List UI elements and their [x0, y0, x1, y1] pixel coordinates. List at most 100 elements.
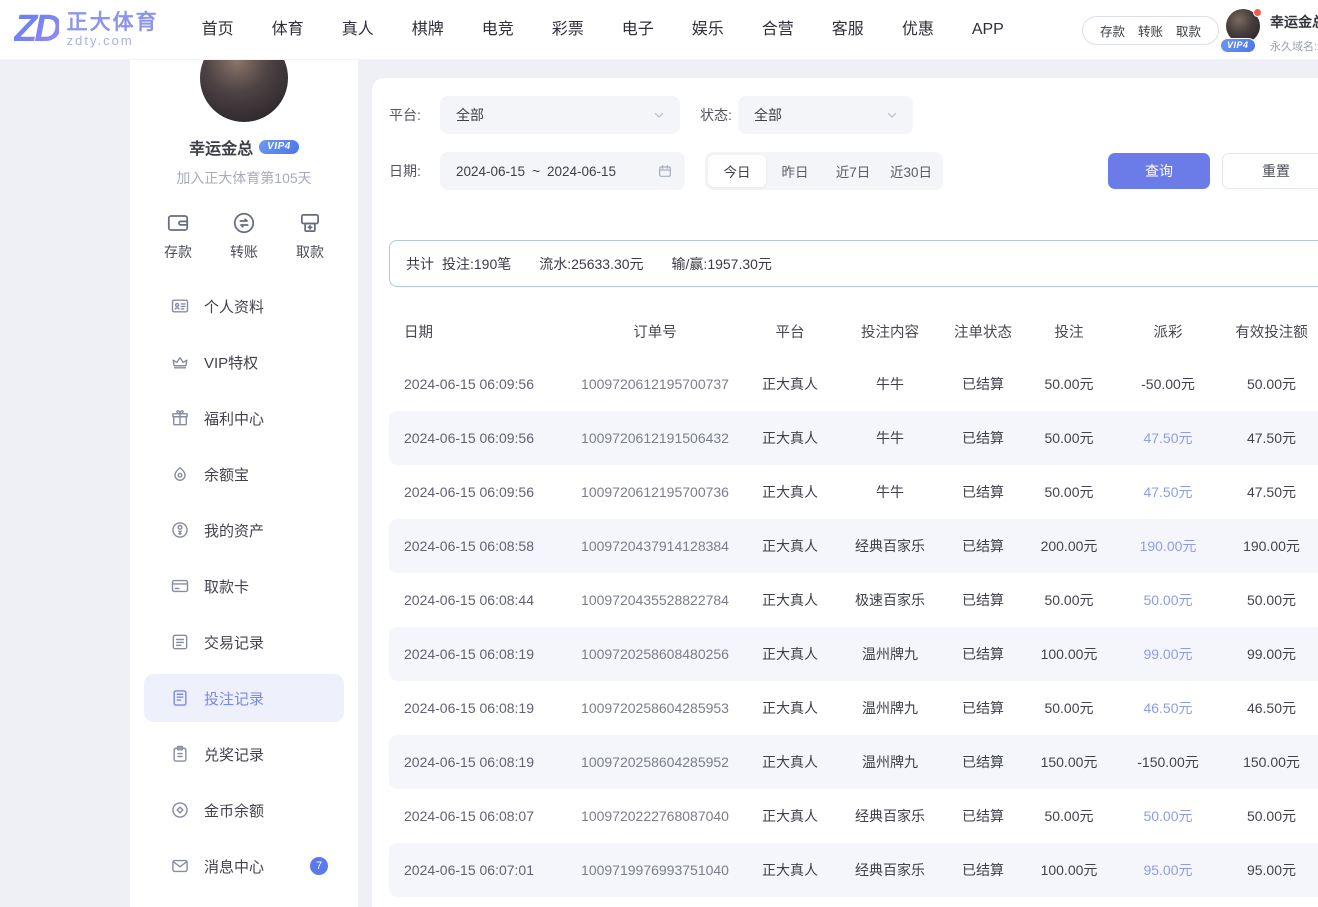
cell-valid: 95.00元 — [1214, 860, 1318, 880]
cell-payout: -50.00元 — [1122, 374, 1214, 394]
nav-item-slots[interactable]: 电子 — [603, 0, 673, 60]
user-chip[interactable]: VIP4 幸运金总 永久域名: — [1226, 9, 1318, 54]
id-card-icon — [170, 296, 190, 316]
profile-sidebar: 幸运金总 VIP4 加入正大体育第105天 存款 转账 取款 — [130, 60, 358, 907]
sidebar-item-assets[interactable]: 我的资产 — [130, 502, 358, 558]
notification-dot — [1253, 8, 1262, 17]
nav-item-affiliate[interactable]: 合营 — [743, 0, 813, 60]
cell-bet: 50.00元 — [1016, 374, 1122, 394]
username: 幸运金总 — [1270, 12, 1318, 32]
col-payout: 派彩 — [1122, 321, 1214, 342]
cell-order: 1009720437914128384 — [560, 538, 750, 554]
transfer-button[interactable]: 转账 — [230, 210, 258, 262]
nav-item-sports[interactable]: 体育 — [253, 0, 323, 60]
sidebar-item-welfare[interactable]: 福利中心 — [130, 390, 358, 446]
transfer-link[interactable]: 转账 — [1138, 21, 1163, 40]
cell-payout: 47.50元 — [1122, 428, 1214, 448]
envelope-icon — [170, 856, 190, 876]
summary-bar: 共计 投注:190笔 流水:25633.30元 输/赢:1957.30元 — [389, 240, 1318, 287]
sidebar-item-redeem-records[interactable]: 兑奖记录 — [130, 726, 358, 782]
cell-date: 2024-06-15 06:08:58 — [389, 538, 560, 554]
withdraw-link[interactable]: 取款 — [1176, 21, 1201, 40]
nav-item-home[interactable]: 首页 — [183, 0, 253, 60]
sidebar-item-transactions[interactable]: 交易记录 — [130, 614, 358, 670]
cell-status: 已结算 — [950, 644, 1016, 664]
search-button[interactable]: 查询 — [1108, 153, 1210, 189]
transfer-label: 转账 — [230, 242, 258, 262]
assets-icon — [170, 520, 190, 540]
status-select[interactable]: 全部 — [738, 96, 913, 134]
summary-win-loss: 输/赢:1957.30元 — [672, 254, 772, 274]
sidebar-item-label: 福利中心 — [204, 408, 264, 429]
range-today-chip[interactable]: 今日 — [708, 155, 766, 187]
deposit-button[interactable]: 存款 — [164, 210, 192, 262]
bet-records-table: 日期 订单号 平台 投注内容 注单状态 投注 派彩 有效投注额 2024-06-… — [389, 305, 1318, 897]
platform-select[interactable]: 全部 — [440, 96, 680, 134]
cell-content: 经典百家乐 — [830, 806, 950, 826]
cell-payout: 99.00元 — [1122, 644, 1214, 664]
quick-range-group: 今日 昨日 近7日 近30日 — [705, 152, 943, 190]
platform-select-value: 全部 — [456, 105, 652, 125]
wallet-actions-pill: 存款 转账 取款 — [1082, 16, 1219, 45]
col-content: 投注内容 — [830, 321, 950, 342]
cell-status: 已结算 — [950, 590, 1016, 610]
cell-payout: 95.00元 — [1122, 860, 1214, 880]
sidebar-item-withdraw-card[interactable]: 取款卡 — [130, 558, 358, 614]
sidebar-item-label: 取款卡 — [204, 576, 249, 597]
table-row: 2024-06-15 06:08:19 1009720258608480256 … — [389, 627, 1318, 681]
cell-bet: 100.00元 — [1016, 644, 1122, 664]
cell-order: 1009720612195700737 — [560, 376, 750, 392]
cell-bet: 200.00元 — [1016, 536, 1122, 556]
nav-item-app[interactable]: APP — [953, 0, 1023, 60]
sidebar-item-coin-balance[interactable]: 金币余额 — [130, 782, 358, 838]
sidebar-item-feedback[interactable]: 意见反馈 — [130, 894, 358, 907]
cell-valid: 50.00元 — [1214, 806, 1318, 826]
range-30days-chip[interactable]: 近30日 — [882, 155, 940, 187]
sidebar-item-yuebao[interactable]: 余额宝 — [130, 446, 358, 502]
sidebar-item-profile[interactable]: 个人资料 — [130, 278, 358, 334]
cell-status: 已结算 — [950, 752, 1016, 772]
col-date: 日期 — [389, 321, 560, 342]
range-7days-chip[interactable]: 近7日 — [824, 155, 882, 187]
sidebar-item-messages[interactable]: 消息中心 7 — [130, 838, 358, 894]
sidebar-item-label: 交易记录 — [204, 632, 264, 653]
nav-item-live[interactable]: 真人 — [323, 0, 393, 60]
profile-avatar[interactable] — [200, 60, 288, 122]
nav-item-esports[interactable]: 电竞 — [463, 0, 533, 60]
date-range-picker[interactable]: 2024-06-15 ~ 2024-06-15 — [440, 152, 685, 190]
gift-icon — [170, 408, 190, 428]
nav-item-entertainment[interactable]: 娱乐 — [673, 0, 743, 60]
sidebar-item-label: 余额宝 — [204, 464, 249, 485]
sidebar-item-label: 个人资料 — [204, 296, 264, 317]
nav-item-promo[interactable]: 优惠 — [883, 0, 953, 60]
range-yesterday-chip[interactable]: 昨日 — [766, 155, 824, 187]
cell-bet: 50.00元 — [1016, 482, 1122, 502]
deposit-label: 存款 — [164, 242, 192, 262]
cell-valid: 47.50元 — [1214, 428, 1318, 448]
crown-icon — [170, 352, 190, 372]
nav-item-lottery[interactable]: 彩票 — [533, 0, 603, 60]
deposit-link[interactable]: 存款 — [1100, 21, 1125, 40]
withdraw-label: 取款 — [296, 242, 324, 262]
sidebar-item-bet-records[interactable]: 投注记录 — [144, 674, 344, 722]
cell-status: 已结算 — [950, 482, 1016, 502]
table-row: 2024-06-15 06:08:44 1009720435528822784 … — [389, 573, 1318, 627]
profile-name: 幸运金总 — [189, 135, 253, 159]
brand-logo[interactable]: ZD 正大体育 zdty.com — [14, 8, 159, 51]
table-row: 2024-06-15 06:08:58 1009720437914128384 … — [389, 519, 1318, 573]
sidebar-item-label: 消息中心 — [204, 856, 264, 877]
cell-bet: 50.00元 — [1016, 698, 1122, 718]
sidebar-item-vip[interactable]: VIP特权 — [130, 334, 358, 390]
cell-order: 1009719976993751040 — [560, 862, 750, 878]
message-count-badge: 7 — [310, 857, 328, 875]
nav-item-chess[interactable]: 棋牌 — [393, 0, 463, 60]
cell-bet: 50.00元 — [1016, 428, 1122, 448]
bet-records-panel: 平台: 全部 状态: 全部 日期: 2024-06-15 ~ 2024-06-1… — [372, 78, 1318, 907]
nav-item-service[interactable]: 客服 — [813, 0, 883, 60]
withdraw-button[interactable]: 取款 — [296, 210, 324, 262]
cell-content: 牛牛 — [830, 374, 950, 394]
cell-payout: 190.00元 — [1122, 536, 1214, 556]
vip-badge: VIP4 — [1220, 38, 1256, 53]
reset-button[interactable]: 重置 — [1222, 153, 1318, 189]
cell-date: 2024-06-15 06:09:56 — [389, 430, 560, 446]
